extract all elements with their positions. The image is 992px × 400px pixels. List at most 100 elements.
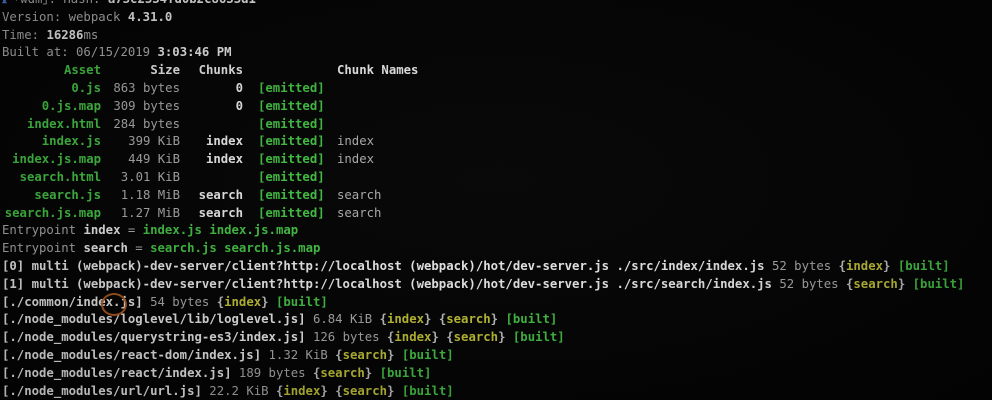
asset-chunks xyxy=(180,116,243,134)
hash-line: ℹ ｢wdm｣: Hash: a73c2334fd0b2c8633d1 xyxy=(2,0,992,9)
hash-label: Hash: xyxy=(63,0,100,6)
module-path: [./node_modules/react-dom/index.js] xyxy=(2,347,262,362)
time-unit: ms xyxy=(83,27,99,42)
emitted-badge: [emitted] xyxy=(258,152,325,167)
built-badge: [built] xyxy=(401,383,454,398)
module-path: [./node_modules/querystring-es3/index.js… xyxy=(2,330,306,345)
module-path: [./node_modules/react/index.js] xyxy=(2,365,232,380)
asset-table-row: 0.js.map 309 bytes 0 [emitted] xyxy=(2,98,992,116)
entrypoint-lines: Entrypoint index = index.js index.js.map… xyxy=(2,222,992,258)
module-lines: [0] multi (webpack)-dev-server/client?ht… xyxy=(2,258,992,400)
built-time: 3:03:46 PM xyxy=(157,45,232,60)
asset-size: 309 bytes xyxy=(113,98,180,113)
built-badge: [built] xyxy=(897,258,950,273)
entrypoint-name: index xyxy=(83,223,121,238)
asset-size: 449 KiB xyxy=(128,152,180,167)
asset-chunks xyxy=(180,169,243,187)
module-path: [0] multi (webpack)-dev-server/client?ht… xyxy=(2,258,765,273)
terminal-output: ℹ ｢wdm｣: Hash: a73c2334fd0b2c8633d1 Vers… xyxy=(0,0,992,400)
asset-table-row: search.html 3.01 KiB [emitted] xyxy=(2,169,992,187)
built-badge: [built] xyxy=(275,294,328,309)
chunk-name: search xyxy=(453,330,499,345)
asset-table-header: Asset Size Chunks Chunk Names xyxy=(2,62,992,80)
entrypoint-label: Entrypoint xyxy=(2,241,77,256)
col-header-asset: Asset xyxy=(63,63,101,78)
module-line: [./node_modules/react/index.js] 189 byte… xyxy=(2,365,432,380)
module-size: 22.2 KiB xyxy=(209,383,269,398)
chunk-name: search xyxy=(342,347,387,362)
built-badge: [built] xyxy=(401,347,454,362)
asset-chunk-names: index xyxy=(337,152,375,167)
asset-size: 3.01 KiB xyxy=(120,169,180,184)
emitted-badge: [emitted] xyxy=(258,98,325,113)
module-line: [./node_modules/react-dom/index.js] 1.32… xyxy=(2,347,454,362)
chunk-name: index xyxy=(283,383,321,398)
emitted-badge: [emitted] xyxy=(258,169,325,184)
asset-name: index.html xyxy=(26,116,101,131)
chunk-name: search xyxy=(342,383,388,398)
asset-chunks: index xyxy=(205,152,243,167)
asset-chunks: 0 xyxy=(235,80,243,95)
asset-name: index.js xyxy=(41,134,101,149)
module-line: [./node_modules/loglevel/lib/loglevel.js… xyxy=(2,312,558,327)
chunk-name: search xyxy=(320,365,365,380)
asset-chunks: search xyxy=(198,187,243,202)
module-size: 1.32 KiB xyxy=(268,347,328,362)
entrypoint-files: index.js index.js.map xyxy=(142,223,299,238)
chunk-name: index xyxy=(394,330,432,345)
emitted-badge: [emitted] xyxy=(258,80,325,95)
col-header-size: Size xyxy=(150,63,180,78)
terminal-scrollback: ℹ ｢wdm｣: Hash: a73c2334fd0b2c8633d1 Vers… xyxy=(0,0,992,400)
asset-chunk-names: index xyxy=(337,134,375,149)
module-size: 52 bytes xyxy=(779,276,839,291)
entrypoint-files: search.js search.js.map xyxy=(150,241,321,256)
asset-table-rows: 0.js 863 bytes 0 [emitted] 0.js.map 309 … xyxy=(2,80,992,222)
asset-name: 0.js xyxy=(71,80,101,95)
emitted-badge: [emitted] xyxy=(258,134,325,149)
asset-chunk-names xyxy=(324,116,992,134)
time-line: Time: 16286ms xyxy=(2,27,992,45)
module-size: 52 bytes xyxy=(771,258,832,273)
module-size: 126 bytes xyxy=(312,330,380,345)
built-badge: [built] xyxy=(505,312,558,327)
asset-chunk-names: search xyxy=(337,205,382,220)
entrypoint-label: Entrypoint xyxy=(2,223,77,238)
asset-table-row: search.js 1.18 MiB search [emitted] sear… xyxy=(2,187,992,205)
built-badge: [built] xyxy=(512,330,565,345)
asset-chunk-names xyxy=(324,98,992,116)
emitted-badge: [emitted] xyxy=(258,116,325,131)
asset-table-row: search.js.map 1.27 MiB search [emitted] … xyxy=(2,205,992,223)
asset-name: index.js.map xyxy=(12,152,101,167)
version-line: Version: webpack 4.31.0 xyxy=(2,9,992,27)
asset-chunks: 0 xyxy=(235,98,243,113)
click-highlight-circle xyxy=(101,293,127,316)
col-header-chunk-names: Chunk Names xyxy=(337,63,419,78)
chunk-name: search xyxy=(853,276,898,291)
time-label: Time: xyxy=(2,27,40,42)
module-line: [1] multi (webpack)-dev-server/client?ht… xyxy=(2,276,965,291)
built-label: Built at: 06/15/2019 xyxy=(2,45,151,60)
module-path: [./node_modules/url/url.js] xyxy=(2,383,202,398)
entrypoint-name: search xyxy=(83,241,128,256)
asset-name: search.js.map xyxy=(4,205,101,220)
asset-table-row: index.js 399 KiB index [emitted] index xyxy=(2,133,992,151)
asset-size: 1.27 MiB xyxy=(120,205,180,220)
module-line: [./common/index.js] 54 bytes {index} [bu… xyxy=(2,294,328,309)
asset-size: 399 KiB xyxy=(128,134,180,149)
chunk-name: index xyxy=(846,258,884,273)
wdm-tag: ｢wdm｣: xyxy=(14,0,56,6)
asset-chunk-names: search xyxy=(337,187,382,202)
asset-size: 284 bytes xyxy=(113,116,180,131)
module-size: 189 bytes xyxy=(238,365,306,380)
asset-name: 0.js.map xyxy=(41,98,101,113)
asset-name: search.js xyxy=(34,187,101,202)
version-value: 4.31.0 xyxy=(127,9,173,24)
module-path: [1] multi (webpack)-dev-server/client?ht… xyxy=(2,276,772,291)
module-size: 6.84 KiB xyxy=(312,312,373,327)
asset-chunk-names xyxy=(324,80,992,98)
asset-chunk-names xyxy=(324,169,992,187)
built-at-line: Built at: 06/15/2019 3:03:46 PM xyxy=(2,44,992,62)
asset-table-row: index.js.map 449 KiB index [emitted] ind… xyxy=(2,151,992,169)
asset-chunks: index xyxy=(205,134,243,149)
asset-size: 863 bytes xyxy=(113,80,180,95)
